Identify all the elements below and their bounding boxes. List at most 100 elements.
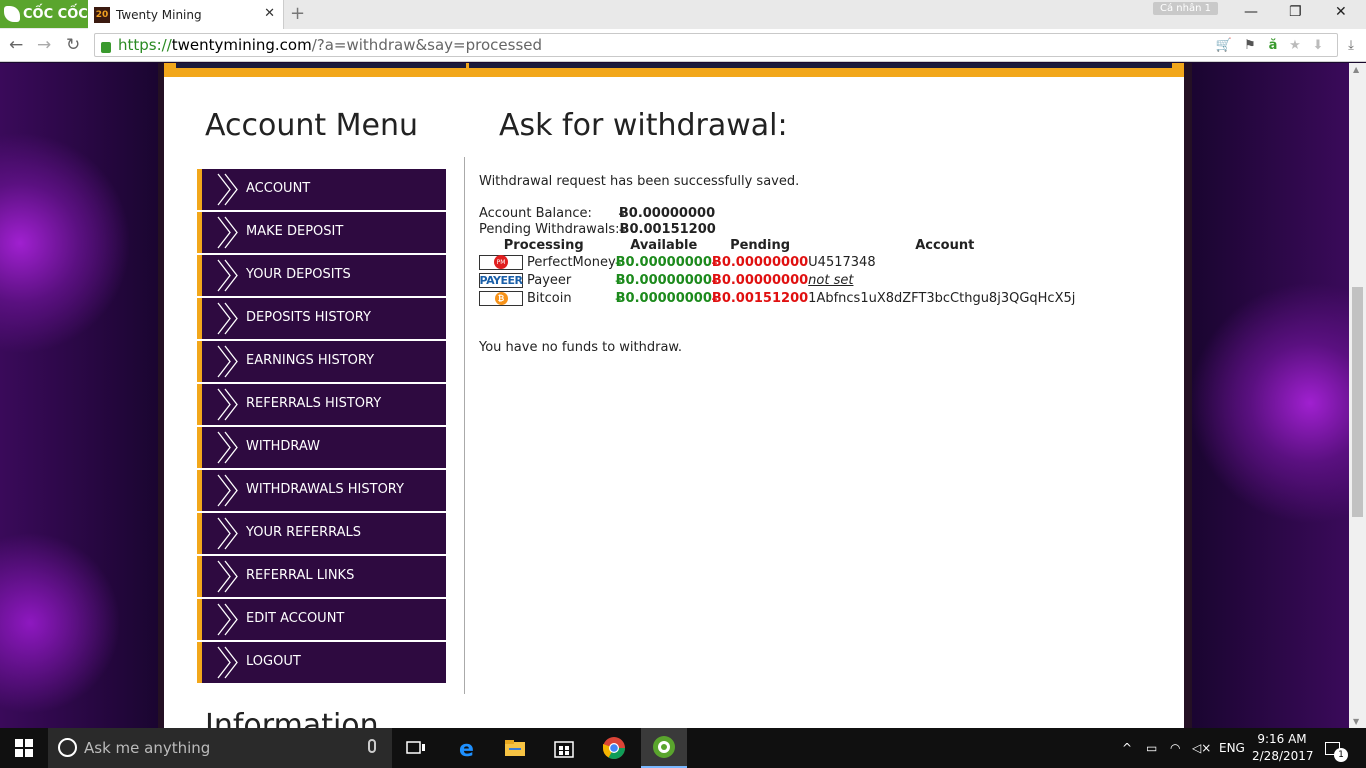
menu-item-label: REFERRALS HISTORY [246, 396, 382, 411]
downloads-icon[interactable]: ⤓ [1341, 35, 1361, 55]
browser-brand: CỐC CỐC [23, 6, 88, 22]
chevron-right-icon [217, 388, 238, 421]
bitcoin-logo: ₿ [479, 290, 523, 306]
page-scrollbar[interactable]: ▲ ▼ [1349, 63, 1366, 728]
page-title: Ask for withdrawal: [499, 108, 788, 143]
pending-amount: Ƀ0.00000000 [711, 272, 809, 288]
microphone-icon[interactable] [368, 739, 376, 753]
translate-icon[interactable]: ⚑ [1240, 35, 1260, 55]
menu-item-edit-account[interactable]: EDIT ACCOUNT [197, 599, 446, 640]
bookmark-star-icon[interactable]: ★ [1285, 35, 1305, 55]
menu-item-withdraw[interactable]: WITHDRAW [197, 427, 446, 468]
menu-item-your-deposits[interactable]: YOUR DEPOSITS [197, 255, 446, 296]
coccoc-taskbar-icon[interactable] [641, 728, 687, 768]
chevron-right-icon [217, 345, 238, 378]
browser-nav-bar: ← → ↻ https://twentymining.com/?a=withdr… [0, 29, 1366, 62]
scroll-down-icon[interactable]: ▼ [1353, 717, 1359, 726]
battery-icon[interactable]: ▭ [1146, 728, 1157, 768]
col-account: Account [915, 237, 975, 253]
pending-amount: Ƀ0.00000000 [711, 254, 809, 270]
top-band-right [469, 63, 1172, 68]
clock-date: 2/28/2017 [1252, 749, 1314, 763]
search-placeholder: Ask me anything [84, 739, 211, 757]
menu-item-label: EARNINGS HISTORY [246, 353, 375, 368]
col-processing: Processing [503, 237, 584, 253]
pending-withdrawals-value: Ƀ0.00151200 [619, 222, 716, 237]
available-amount: Ƀ0.00000000 [615, 290, 712, 306]
available-amount: Ƀ0.00000000 [615, 254, 712, 270]
table-header-row: Processing Available Pending Account [479, 237, 1075, 253]
reload-icon[interactable]: ↻ [66, 35, 80, 55]
account-id: U4517348 [808, 254, 876, 270]
top-band-left [176, 63, 466, 68]
menu-item-referrals-history[interactable]: REFERRALS HISTORY [197, 384, 446, 425]
profile-badge[interactable]: Cá nhân 1 [1153, 2, 1218, 15]
address-bar[interactable]: https://twentymining.com/?a=withdraw&say… [94, 33, 1338, 57]
volume-muted-icon[interactable]: ◁× [1192, 728, 1211, 768]
language-indicator[interactable]: ENG [1219, 728, 1245, 768]
chrome-icon[interactable] [602, 736, 626, 760]
store-icon[interactable] [552, 736, 576, 760]
windows-taskbar: Ask me anything e ^ ▭ ◠ ◁× ENG 9:16 AM 2… [0, 728, 1366, 768]
menu-item-your-referrals[interactable]: YOUR REFERRALS [197, 513, 446, 554]
maximize-icon[interactable]: ❐ [1289, 4, 1302, 20]
perfectmoney-icon: PM [494, 255, 508, 269]
file-explorer-icon[interactable] [503, 736, 527, 760]
menu-item-label: WITHDRAWALS HISTORY [246, 482, 404, 497]
account-menu: ACCOUNT MAKE DEPOSIT YOUR DEPOSITS DEPOS… [197, 169, 446, 685]
menu-item-label: YOUR REFERRALS [246, 525, 362, 540]
content-area: Account Menu Ask for withdrawal: ACCOUNT… [164, 63, 1184, 728]
new-tab-icon[interactable]: + [290, 3, 305, 24]
payeer-logo: PAYEER [479, 272, 523, 288]
shopping-cart-icon[interactable]: 🛒 [1214, 35, 1234, 55]
edge-browser-icon[interactable]: e [456, 736, 480, 762]
scrollbar-thumb[interactable] [1352, 287, 1363, 517]
col-available: Available [630, 237, 698, 253]
menu-item-deposits-history[interactable]: DEPOSITS HISTORY [197, 298, 446, 339]
menu-item-label: ACCOUNT [246, 181, 311, 196]
chevron-right-icon [217, 603, 238, 636]
lock-icon [101, 41, 111, 53]
menu-item-logout[interactable]: LOGOUT [197, 642, 446, 683]
svg-text:e: e [459, 737, 474, 760]
menu-item-earnings-history[interactable]: EARNINGS HISTORY [197, 341, 446, 382]
chevron-right-icon [217, 560, 238, 593]
menu-item-account[interactable]: ACCOUNT [197, 169, 446, 210]
account-balance-value: Ƀ0.00000000 [618, 206, 716, 221]
menu-item-referral-links[interactable]: REFERRAL LINKS [197, 556, 446, 597]
payeer-icon: PAYEER [479, 273, 523, 287]
show-hidden-icons[interactable]: ^ [1122, 728, 1132, 768]
top-band [164, 63, 1184, 77]
clock-time: 9:16 AM [1257, 732, 1307, 746]
account-not-set-link[interactable]: not set [808, 271, 1075, 289]
cortana-icon [58, 738, 77, 757]
table-row: ₿ Bitcoin Ƀ0.00000000 Ƀ0.00151200 1Abfnc… [479, 289, 1075, 307]
download-arrow-icon[interactable]: ⬇ [1308, 35, 1328, 55]
back-arrow-icon[interactable]: ← [9, 35, 23, 55]
browser-logo[interactable]: CỐC CỐC [0, 0, 88, 28]
account-balance-label: Account Balance: [479, 206, 592, 221]
close-tab-icon[interactable]: ✕ [264, 6, 275, 21]
windows-start-icon[interactable] [15, 739, 33, 757]
forward-arrow-icon[interactable]: → [37, 35, 51, 55]
typing-icon[interactable]: ă [1263, 35, 1283, 55]
column-divider [464, 157, 465, 694]
cortana-search-box[interactable]: Ask me anything [48, 728, 392, 768]
tab-twenty-mining[interactable]: 20 Twenty Mining ✕ [88, 0, 284, 29]
scroll-up-icon[interactable]: ▲ [1353, 65, 1359, 74]
menu-item-withdrawals-history[interactable]: WITHDRAWALS HISTORY [197, 470, 446, 511]
chevron-right-icon [217, 216, 238, 249]
chevron-right-icon [217, 259, 238, 292]
system-clock[interactable]: 9:16 AM 2/28/2017 [1252, 731, 1314, 765]
success-message: Withdrawal request has been successfully… [479, 174, 800, 189]
minimize-icon[interactable]: — [1244, 4, 1258, 20]
window-close-icon[interactable]: ✕ [1335, 4, 1347, 20]
url-scheme: https:// [118, 36, 172, 54]
menu-item-make-deposit[interactable]: MAKE DEPOSIT [197, 212, 446, 253]
menu-item-label: MAKE DEPOSIT [246, 224, 344, 239]
menu-item-label: LOGOUT [246, 654, 301, 669]
action-center-icon[interactable]: 1 [1325, 728, 1354, 768]
processor-name: Payeer [527, 272, 572, 288]
task-view-icon[interactable] [404, 736, 428, 760]
wifi-icon[interactable]: ◠ [1170, 728, 1180, 768]
